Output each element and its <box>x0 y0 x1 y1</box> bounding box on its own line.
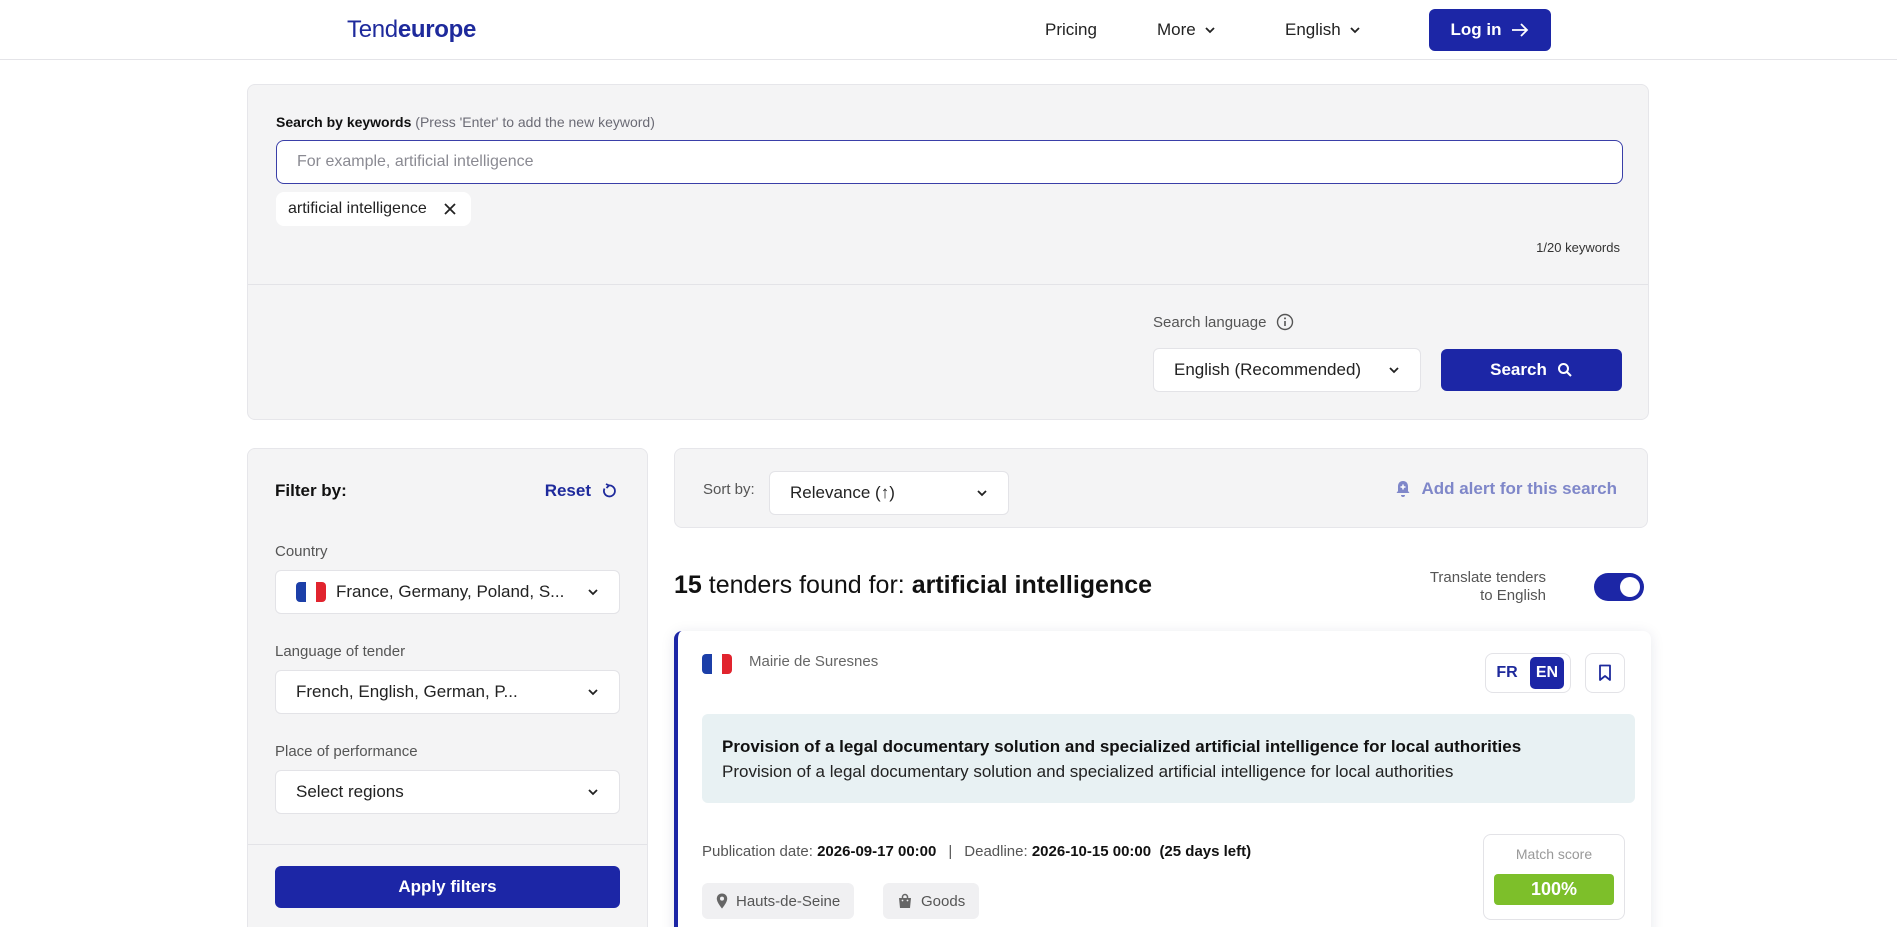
chevron-down-icon <box>588 689 598 696</box>
tender-language-select[interactable]: French, English, German, P... <box>275 670 620 714</box>
translate-toggle-label: Translate tenders to English <box>1429 569 1546 604</box>
tender-title-translated: Provision of a legal documentary solutio… <box>722 762 1454 781</box>
translate-toggle[interactable] <box>1594 573 1644 601</box>
chevron-down-icon <box>1205 27 1215 34</box>
keyword-counter: 1/20 keywords <box>1536 240 1620 255</box>
date-separator: | <box>948 843 953 860</box>
search-language-label: Search language <box>1153 313 1294 331</box>
apply-filters-button[interactable]: Apply filters <box>275 866 620 908</box>
sort-select[interactable]: Relevance (↑) <box>769 471 1009 515</box>
search-language-select[interactable]: English (Recommended) <box>1153 348 1421 392</box>
france-flag-icon <box>702 654 732 674</box>
location-pin-icon <box>716 893 728 909</box>
nav-more-dropdown[interactable]: More <box>1157 20 1216 40</box>
login-button[interactable]: Log in <box>1429 9 1551 51</box>
tender-card[interactable]: Mairie de Suresnes FR EN Provision of a … <box>674 631 1651 927</box>
match-score-value: 100% <box>1494 874 1614 905</box>
search-icon <box>1557 363 1572 377</box>
chevron-down-icon <box>977 490 987 497</box>
publication-date: 2026-09-17 00:00 <box>817 843 937 860</box>
bell-plus-icon <box>1396 481 1410 497</box>
arrow-right-icon <box>1512 23 1529 37</box>
sort-label: Sort by: <box>703 481 755 498</box>
chevron-down-icon <box>1389 367 1399 374</box>
search-panel: Search by keywords (Press 'Enter' to add… <box>247 84 1649 420</box>
shopping-bag-icon <box>899 893 911 908</box>
keyword-chip: artificial intelligence <box>276 192 471 226</box>
search-button[interactable]: Search <box>1441 349 1622 391</box>
match-score-box: Match score 100% <box>1483 834 1625 920</box>
language-switcher[interactable]: English <box>1285 20 1361 40</box>
deadline-date: 2026-10-15 00:00 <box>1031 843 1152 860</box>
tender-title-box[interactable]: Provision of a legal documentary solutio… <box>702 714 1635 803</box>
tendeurope-logo[interactable]: Tendeurope <box>347 16 476 44</box>
nav-pricing-link[interactable]: Pricing <box>1045 20 1097 40</box>
place-of-performance-select[interactable]: Select regions <box>275 770 620 814</box>
close-icon[interactable] <box>443 202 457 216</box>
days-left: (25 days left) <box>1159 843 1252 860</box>
bookmark-icon <box>1599 664 1611 681</box>
results-count-heading: 15 tenders found for: artificial intelli… <box>674 571 1153 599</box>
reset-filters-button[interactable]: Reset <box>545 481 617 501</box>
add-alert-button[interactable]: Add alert for this search <box>1395 479 1617 499</box>
buyer-name: Mairie de Suresnes <box>749 653 879 670</box>
info-icon[interactable] <box>1276 313 1294 331</box>
country-label: Country <box>275 543 328 560</box>
search-keywords-label: Search by keywords (Press 'Enter' to add… <box>276 114 655 130</box>
filter-panel: Filter by: Reset Country France, Germany… <box>247 448 648 927</box>
chevron-down-icon <box>588 789 598 796</box>
tender-language-label: Language of tender <box>275 643 406 660</box>
reset-icon <box>603 483 616 498</box>
tender-language-toggle: FR EN <box>1485 653 1571 693</box>
place-of-performance-label: Place of performance <box>275 743 418 760</box>
category-tag: Goods <box>883 883 980 919</box>
country-select[interactable]: France, Germany, Poland, S... <box>275 570 620 614</box>
chevron-down-icon <box>1350 27 1360 34</box>
divider <box>248 844 647 845</box>
divider <box>248 284 1648 285</box>
keyword-search-input[interactable] <box>276 140 1623 184</box>
tender-dates: Publication date: 2026-09-17 00:00 | Dea… <box>702 843 1252 860</box>
top-navigation-bar: Tendeurope Pricing More English Log in <box>0 0 1897 60</box>
sort-bar: Sort by: Relevance (↑) Add alert for thi… <box>674 448 1648 528</box>
filter-title: Filter by: <box>275 481 347 500</box>
chevron-down-icon <box>588 589 598 596</box>
france-flag-icon <box>296 582 326 602</box>
location-tag: Hauts-de-Seine <box>702 883 855 919</box>
lang-option-fr[interactable]: FR <box>1490 657 1524 689</box>
match-score-label: Match score <box>1515 846 1593 862</box>
lang-option-en[interactable]: EN <box>1530 657 1564 689</box>
tender-title: Provision of a legal documentary solutio… <box>722 737 1522 756</box>
bookmark-button[interactable] <box>1585 653 1625 693</box>
